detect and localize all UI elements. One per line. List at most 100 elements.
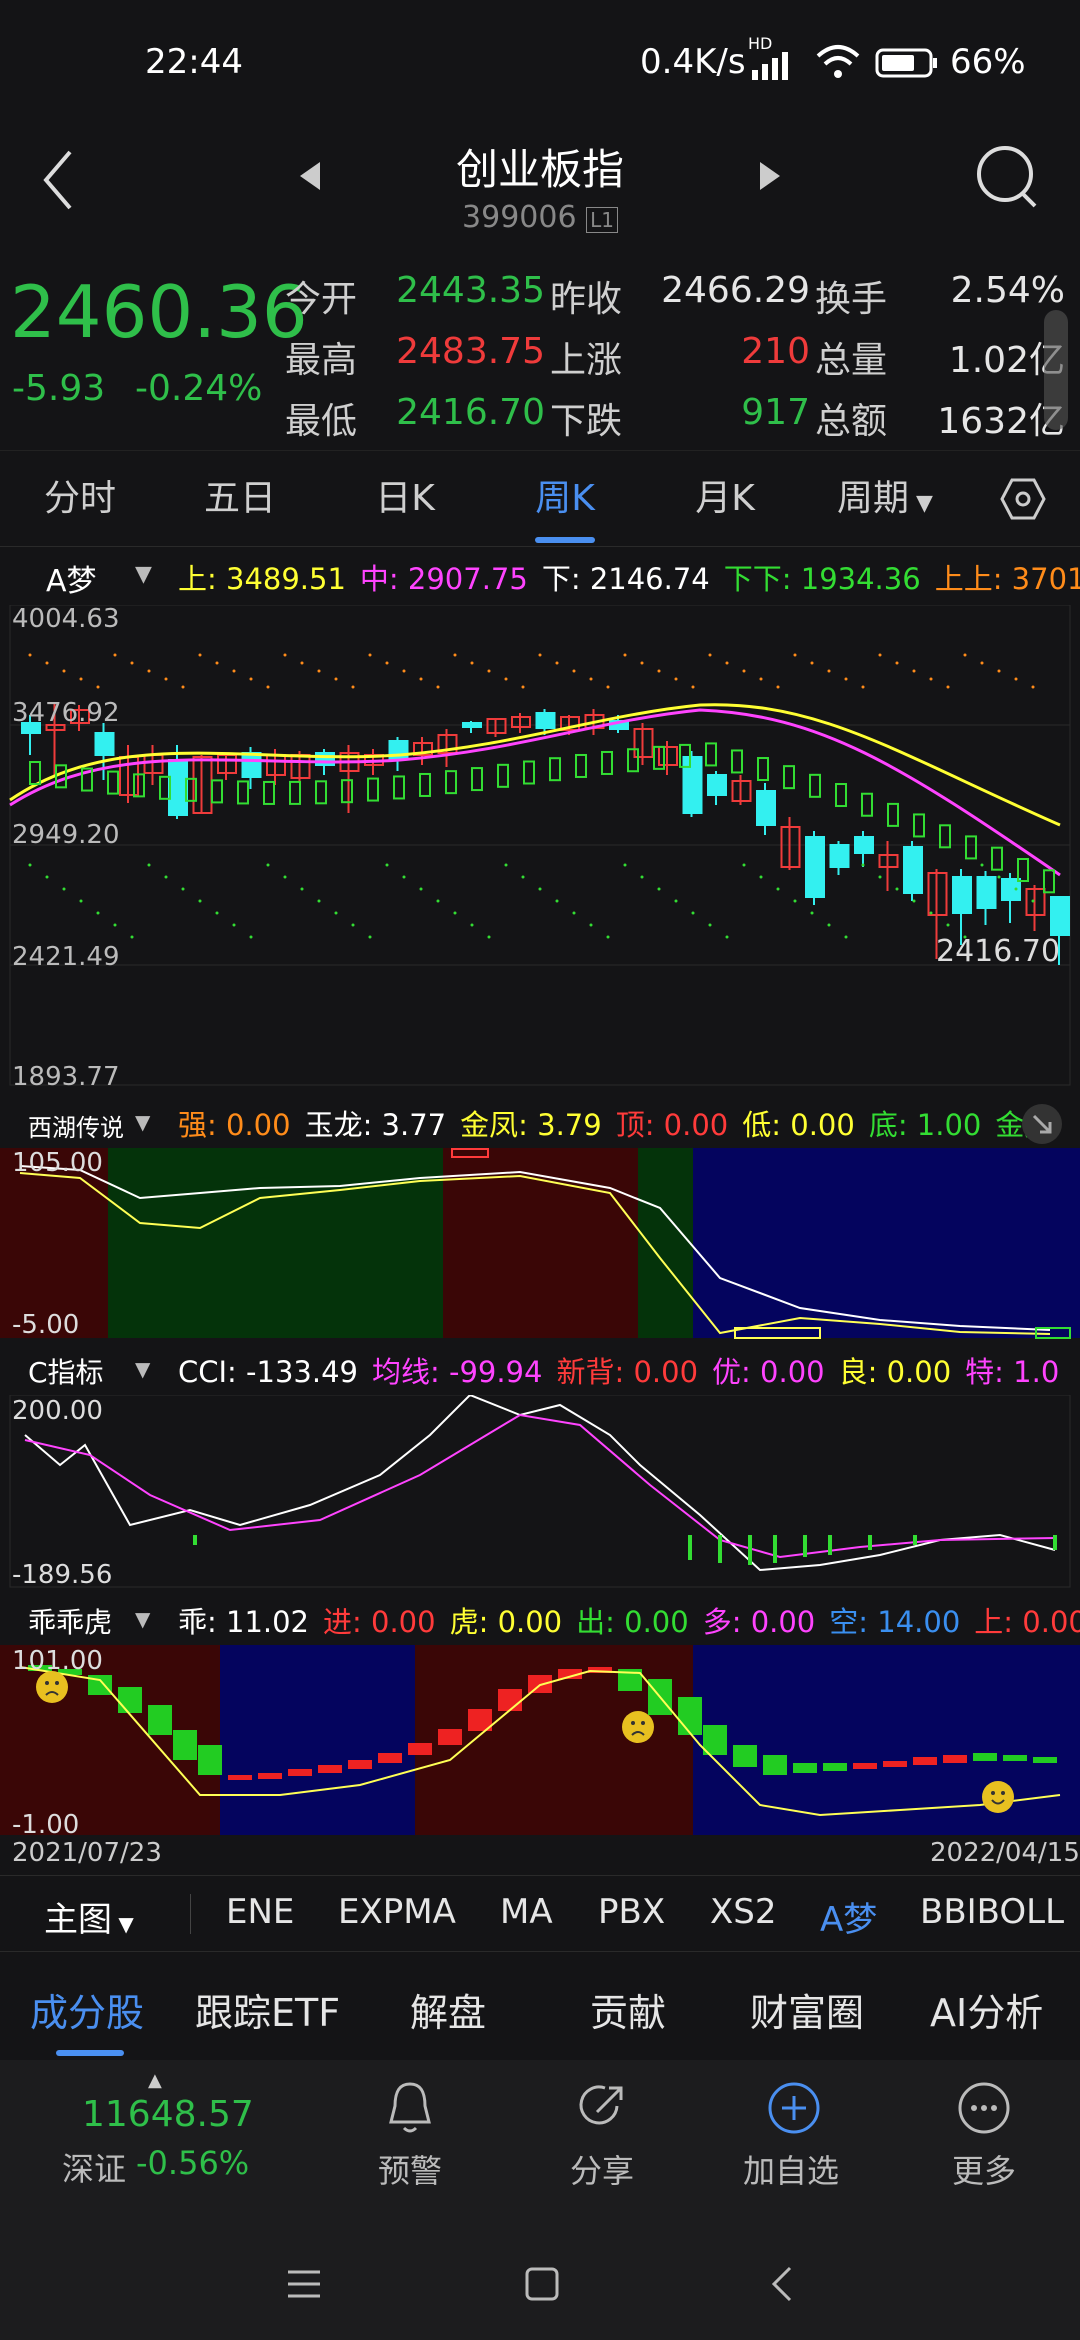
main-indicator-name[interactable]: A梦 (46, 556, 97, 600)
bottom-dock: ▲ 11648.57 深证 -0.56% 预警 分享 加自选 更多 (0, 2060, 1080, 2230)
tab-tracking-etf[interactable]: 跟踪ETF (195, 1982, 340, 2037)
dot (776, 887, 780, 891)
candle-body (952, 876, 972, 914)
more-icon[interactable] (956, 2080, 1012, 2136)
share-label[interactable]: 分享 (570, 2146, 634, 2192)
indicator-param: 良: 0.00 (838, 1355, 952, 1389)
tab-analysis[interactable]: 解盘 (410, 1982, 486, 2037)
tab-intraday[interactable]: 分时 (20, 451, 140, 546)
dot (164, 875, 168, 879)
dot (827, 923, 831, 927)
main-candlestick-chart[interactable] (0, 605, 1080, 1090)
dot (232, 923, 236, 927)
bell-icon[interactable] (385, 2080, 435, 2136)
dot (980, 661, 984, 665)
alert-label[interactable]: 预警 (378, 2146, 442, 2192)
dot (997, 875, 1001, 879)
quote-label: 换手 (815, 279, 888, 320)
indicator-ameng[interactable]: A梦 (820, 1892, 877, 1941)
menu-icon[interactable] (284, 2266, 324, 2302)
more-label[interactable]: 更多 (952, 2146, 1016, 2192)
quote-label: 今开 (285, 279, 358, 320)
tab-five-day[interactable]: 五日 (180, 451, 300, 546)
prev-stock-icon[interactable] (298, 160, 322, 192)
index-value[interactable]: 11648.57 (82, 2094, 254, 2135)
search-icon[interactable] (975, 144, 1041, 210)
share-icon[interactable] (575, 2080, 631, 2136)
dot (691, 911, 695, 915)
sub1-chart[interactable] (0, 1148, 1080, 1340)
quote-label: 最低 (285, 401, 358, 442)
sub3-indicator-name[interactable]: 乖乖虎 (28, 1601, 112, 1641)
sub2-indicator-name[interactable]: C指标 (28, 1351, 104, 1391)
system-back-icon[interactable] (766, 2264, 796, 2304)
indicator-param: 金凤: 3.79 (460, 1108, 602, 1142)
dot (147, 863, 151, 867)
sub2-chart[interactable] (0, 1395, 1080, 1590)
band-box (939, 824, 951, 849)
plus-circle-icon[interactable] (766, 2080, 822, 2136)
tab-ai-analysis[interactable]: AI分析 (930, 1982, 1043, 2037)
tab-weekly-k[interactable]: 周K (505, 451, 625, 546)
dot (929, 911, 933, 915)
sub2-ymin: -189.56 (12, 1560, 113, 1590)
dot (1014, 887, 1018, 891)
candle-body (462, 722, 482, 728)
active-tab-indicator (56, 2050, 124, 2056)
candle-body (756, 790, 776, 826)
back-icon[interactable] (38, 148, 78, 212)
tab-wealth-circle[interactable]: 财富圈 (750, 1982, 864, 2037)
quote-label: 总量 (815, 340, 888, 381)
tab-monthly-k[interactable]: 月K (665, 451, 785, 546)
price-change: -5.93 (12, 368, 106, 409)
divider (190, 1894, 191, 1934)
dot (912, 669, 916, 673)
scroll-handle[interactable] (1044, 310, 1068, 430)
chevron-down-icon[interactable]: ▼ (135, 1110, 150, 1134)
dot (929, 677, 933, 681)
cci-bar (943, 1755, 967, 1763)
home-icon[interactable] (522, 2264, 562, 2304)
dot (215, 661, 219, 665)
sub3-chart[interactable] (0, 1645, 1080, 1840)
indicator-pbx[interactable]: PBX (598, 1892, 665, 1932)
sub1-indicator-name[interactable]: 西湖传说 (28, 1108, 124, 1143)
cci-bar (198, 1745, 222, 1775)
tab-daily-k[interactable]: 日K (345, 451, 465, 546)
dot (538, 887, 542, 891)
main-chart-selector[interactable]: 主图 ▼ (44, 1892, 134, 1941)
dot (402, 669, 406, 673)
sub2-header: C指标 ▼ CCI: -133.49 均线: -99.94 新背: 0.00 优: 0… (0, 1345, 1080, 1395)
chevron-down-icon[interactable]: ▼ (135, 562, 152, 587)
indicator-param: 顶: 0.00 (615, 1108, 729, 1142)
dot (725, 935, 729, 939)
chevron-down-icon[interactable]: ▼ (135, 1607, 150, 1631)
quote-label: 昨收 (550, 279, 623, 320)
dot (674, 899, 678, 903)
low-price-marker: 2416.70 (936, 934, 1061, 969)
indicator-xs2[interactable]: XS2 (710, 1892, 777, 1932)
bull-region (638, 1148, 693, 1338)
tab-period[interactable]: 周期 ▼ (825, 451, 945, 546)
settings-hex-icon[interactable] (1000, 477, 1046, 521)
indicator-expma[interactable]: EXPMA (338, 1892, 456, 1932)
tab-components[interactable]: 成分股 (30, 1982, 144, 2037)
dot (147, 669, 151, 673)
cci-bar (853, 1763, 877, 1769)
next-stock-icon[interactable] (758, 160, 782, 192)
indicator-ma[interactable]: MA (500, 1892, 553, 1932)
dot (402, 875, 406, 879)
indicator-param: 低: 0.00 (742, 1108, 855, 1142)
sub3-ymin: -1.00 (12, 1810, 80, 1840)
chevron-down-icon[interactable]: ▼ (135, 1357, 150, 1381)
indicator-ene[interactable]: ENE (226, 1892, 294, 1932)
band-box (211, 779, 223, 804)
indicator-param: 中: 2907.75 (359, 562, 528, 596)
dot (334, 911, 338, 915)
add-watchlist-label[interactable]: 加自选 (743, 2146, 839, 2192)
dot (164, 677, 168, 681)
expand-icon[interactable] (1020, 1102, 1064, 1146)
tab-contribution[interactable]: 贡献 (590, 1982, 666, 2037)
indicator-bbiboll[interactable]: BBIBOLL (920, 1892, 1064, 1932)
dot (827, 669, 831, 673)
